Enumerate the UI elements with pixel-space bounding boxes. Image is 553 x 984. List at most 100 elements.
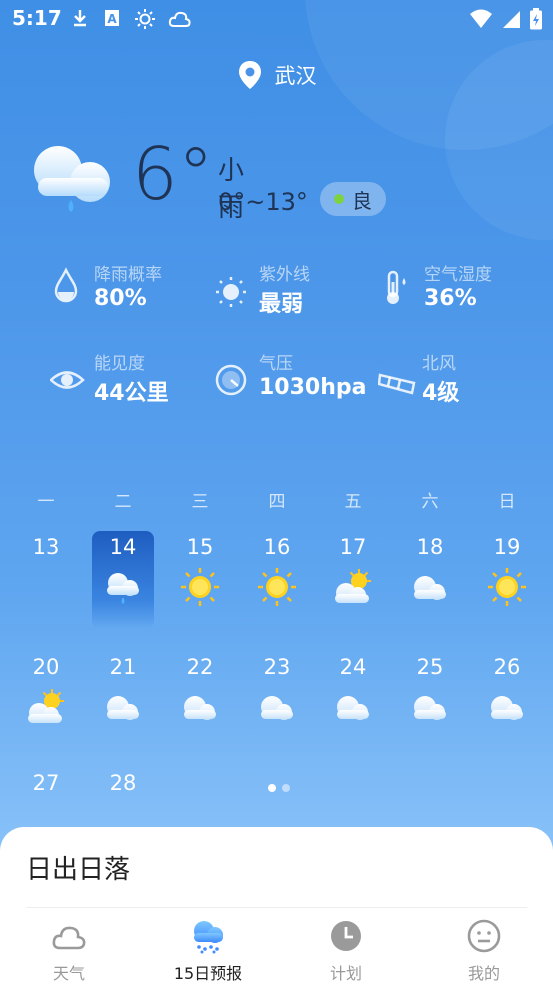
tab-mine[interactable]: 我的 (434, 918, 534, 983)
cloud-rain-icon (34, 146, 110, 212)
stat-label: 气压 (259, 354, 293, 374)
day-number: 21 (109, 655, 137, 679)
cloud-icon (410, 687, 450, 727)
page-dot[interactable] (282, 784, 290, 792)
page-indicator (268, 784, 290, 792)
wifi-icon (470, 9, 492, 28)
current-temperature: 6° (132, 132, 214, 216)
weekday-label: 六 (421, 492, 439, 512)
calendar-day[interactable]: 16 (246, 531, 308, 629)
calendar-day[interactable]: 18 (399, 531, 461, 629)
status-system-icons (469, 8, 543, 30)
calendar-day[interactable]: 13 (15, 531, 77, 629)
weekday-label: 二 (114, 492, 132, 512)
stat-uv-index: 紫外线 最弱 (215, 256, 385, 317)
windsock-icon (378, 373, 416, 395)
day-number: 27 (32, 771, 60, 795)
aqi-badge[interactable]: 良 (320, 182, 386, 216)
day-number: 13 (32, 535, 60, 559)
stat-value: 36% (424, 286, 477, 311)
city-name: 武汉 (274, 64, 317, 88)
tab-label: 天气 (52, 964, 85, 983)
status-notification-icons: A (70, 8, 192, 30)
day-number: 19 (493, 535, 521, 559)
cloud-icon (487, 687, 527, 727)
calendar-day[interactable]: 21 (92, 651, 154, 749)
cloud-icon (103, 687, 143, 727)
calendar-day-selected[interactable]: 14 (92, 531, 154, 629)
cloud-rain-icon (194, 921, 223, 954)
calendar-day[interactable]: 17 (322, 531, 384, 629)
cloud-icon (52, 926, 86, 950)
svg-text:A: A (107, 12, 117, 26)
eye-icon (50, 371, 85, 389)
signal-icon (503, 11, 520, 28)
calendar-day[interactable]: 26 (476, 651, 538, 749)
calendar-day[interactable]: 20 (15, 651, 77, 749)
page-dot[interactable] (268, 784, 276, 792)
stat-label: 紫外线 (259, 265, 310, 285)
calendar-day[interactable]: 15 (169, 531, 231, 629)
gauge-icon (215, 364, 247, 396)
stat-value: 44公里 (94, 381, 169, 406)
tab-label: 我的 (467, 964, 500, 983)
weekday-label: 五 (344, 492, 362, 512)
stat-value: 最弱 (259, 292, 304, 317)
cloud-icon (180, 687, 220, 727)
day-number: 16 (263, 535, 291, 559)
location-pin-icon (238, 61, 261, 89)
raindrop-icon (54, 267, 78, 303)
day-number: 26 (493, 655, 521, 679)
calendar-day[interactable]: 28 (92, 767, 154, 819)
weather-screen: 5:17 A 武汉 6° 小雨 0°~13° 良 降雨概率 80% 紫外线 最弱… (0, 0, 553, 984)
thermometer-icon (387, 270, 406, 304)
day-number: 28 (109, 771, 137, 795)
stat-humidity: 空气湿度 36% (380, 256, 550, 316)
day-number: 14 (109, 535, 137, 559)
cloud-icon (257, 687, 297, 727)
calendar-day[interactable]: 19 (476, 531, 538, 629)
sun-icon (216, 277, 246, 307)
sun-icon (135, 9, 155, 29)
weekday-label: 三 (191, 492, 209, 512)
calendar-day[interactable]: 23 (246, 651, 308, 749)
cloud-icon (168, 11, 191, 27)
sun-cloud-icon (26, 687, 66, 727)
calendar-day[interactable]: 25 (399, 651, 461, 749)
day-number: 24 (339, 655, 367, 679)
weekday-label: 日 (498, 492, 516, 512)
calendar-day[interactable]: 22 (169, 651, 231, 749)
tab-label: 15日预报 (173, 964, 243, 983)
day-number: 23 (263, 655, 291, 679)
calendar-day[interactable]: 24 (322, 651, 384, 749)
day-number: 22 (186, 655, 214, 679)
day-number: 15 (186, 535, 214, 559)
battery-icon (530, 8, 542, 30)
status-bar: 5:17 A (0, 0, 553, 38)
tab-weather[interactable]: 天气 (19, 918, 119, 983)
sunrise-sunset-title: 日出日落 (26, 855, 131, 885)
location-selector[interactable]: 武汉 (0, 60, 553, 90)
stat-value: 4级 (422, 381, 460, 406)
stat-wind: 北风 4级 (378, 345, 548, 406)
divider (26, 907, 527, 908)
download-icon (74, 10, 86, 27)
day-number: 18 (416, 535, 444, 559)
sun-icon (487, 567, 527, 607)
smiley-icon (467, 919, 501, 953)
sun-icon (257, 567, 297, 607)
weekday-label: 一 (37, 492, 55, 512)
aqi-label: 良 (352, 188, 372, 213)
day-number: 25 (416, 655, 444, 679)
weekday-label: 四 (268, 492, 286, 512)
text-a-icon: A (105, 10, 119, 26)
stat-label: 北风 (422, 354, 456, 374)
calendar-day[interactable]: 27 (15, 767, 77, 819)
temperature-range: 0°~13° (218, 188, 308, 216)
stat-value: 1030hpa (259, 375, 367, 400)
day-number: 17 (339, 535, 367, 559)
cloud-icon (410, 567, 450, 607)
stat-value: 80% (94, 286, 147, 311)
tab-plan[interactable]: 计划 (296, 918, 396, 983)
tab-15day-forecast[interactable]: 15日预报 (158, 918, 258, 983)
